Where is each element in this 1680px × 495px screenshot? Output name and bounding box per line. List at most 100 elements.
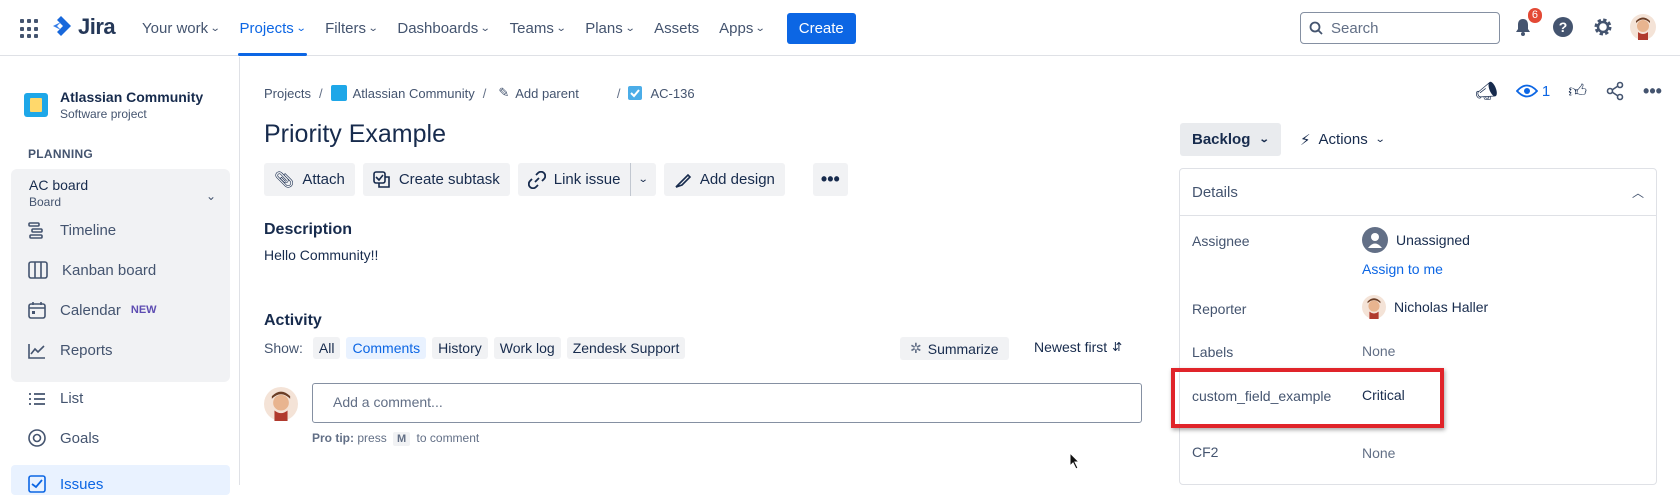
- attach-label: Attach: [302, 171, 345, 188]
- nav-label: Dashboards: [397, 19, 479, 37]
- nav-label: Apps: [719, 19, 754, 37]
- pro-tip-press: press: [357, 431, 387, 445]
- sort-icon: ⇵: [1112, 340, 1123, 354]
- add-design-button[interactable]: Add design: [663, 163, 785, 196]
- sidebar-item-label: Issues: [60, 475, 104, 493]
- nav-teams[interactable]: Teams ⌄: [500, 0, 576, 56]
- assign-to-me-link[interactable]: Assign to me: [1362, 261, 1443, 277]
- chevron-down-icon: ⌄: [209, 22, 221, 34]
- shortcut-key: M: [393, 432, 411, 446]
- labels-label: Labels: [1192, 344, 1234, 360]
- chevron-down-icon: ⌄: [755, 22, 767, 34]
- calendar-icon: [28, 302, 46, 319]
- megaphone-icon[interactable]: 📣︎: [1475, 81, 1498, 102]
- labels-value[interactable]: None: [1362, 343, 1395, 359]
- reporter-value[interactable]: Nicholas Haller: [1362, 295, 1488, 319]
- more-icon[interactable]: •••: [1643, 81, 1662, 102]
- assignee-value[interactable]: Unassigned: [1362, 227, 1470, 253]
- project-header[interactable]: Atlassian Community Software project: [24, 89, 203, 121]
- issue-title[interactable]: Priority Example: [264, 120, 446, 149]
- description-text[interactable]: Hello Community!!: [264, 247, 378, 263]
- app-switcher-icon[interactable]: [20, 19, 40, 39]
- attach-button[interactable]: 📎︎ Attach: [264, 163, 355, 196]
- share-icon[interactable]: [1605, 81, 1625, 101]
- create-button[interactable]: Create: [786, 12, 856, 44]
- pro-tip-suffix: to comment: [416, 431, 480, 445]
- project-icon: [24, 93, 48, 117]
- breadcrumb-issue[interactable]: AC-136: [628, 85, 695, 101]
- comment-input[interactable]: Add a comment...: [312, 383, 1142, 423]
- board-selector[interactable]: AC board Board: [29, 177, 88, 209]
- issue-toolbar: 📎︎ Attach Create subtask Link issue ⌄ Ad…: [264, 163, 848, 196]
- project-type: Software project: [60, 107, 147, 121]
- summarize-button[interactable]: ✲ Summarize: [900, 337, 1009, 360]
- issue-key: AC-136: [650, 85, 695, 101]
- nav-plans[interactable]: Plans ⌄: [575, 0, 644, 56]
- profile-avatar[interactable]: [1630, 14, 1656, 40]
- chevron-down-icon: ⌄: [638, 174, 650, 185]
- sidebar-item-reports[interactable]: Reports: [28, 342, 113, 359]
- sidebar-item-label: Goals: [60, 429, 100, 447]
- settings-button[interactable]: [1590, 14, 1616, 40]
- nav-apps[interactable]: Apps ⌄: [709, 0, 775, 56]
- sidebar-item-calendar[interactable]: Calendar NEW: [28, 301, 157, 319]
- filter-all[interactable]: All: [312, 337, 341, 359]
- help-button[interactable]: ?: [1550, 14, 1576, 40]
- list-icon: [29, 392, 45, 405]
- nav-assets[interactable]: Assets: [644, 0, 709, 56]
- show-label: Show:: [264, 340, 303, 356]
- nav-your-work[interactable]: Your work ⌄: [132, 0, 230, 56]
- sidebar-item-timeline[interactable]: Timeline: [28, 221, 116, 239]
- link-icon: [527, 170, 546, 189]
- chevron-down-icon: ⌄: [295, 22, 307, 34]
- notifications-button[interactable]: 6: [1510, 8, 1542, 40]
- chevron-down-icon: ⌄: [367, 22, 379, 34]
- project-sidebar: Atlassian Community Software project PLA…: [0, 57, 240, 495]
- breadcrumb-project[interactable]: Atlassian Community: [330, 85, 475, 101]
- sidebar-item-kanban[interactable]: Kanban board: [28, 261, 156, 279]
- actions-dropdown[interactable]: ⚡︎ Actions ⌄: [1300, 123, 1386, 156]
- assignee-name: Unassigned: [1396, 232, 1470, 248]
- more-actions-button[interactable]: •••: [812, 163, 848, 196]
- paperclip-icon: 📎︎: [274, 171, 295, 189]
- create-subtask-button[interactable]: Create subtask: [362, 163, 510, 196]
- filter-history[interactable]: History: [432, 337, 488, 359]
- chevron-down-icon: ⌄: [479, 22, 491, 34]
- jira-logo[interactable]: Jira: [50, 14, 116, 40]
- link-issue-group: Link issue ⌄: [517, 163, 656, 196]
- chevron-down-icon[interactable]: ⌄: [206, 189, 216, 203]
- pro-tip: Pro tip: press M to comment: [312, 431, 480, 446]
- nav-filters[interactable]: Filters ⌄: [315, 0, 387, 56]
- nav-dashboards[interactable]: Dashboards ⌄: [387, 0, 499, 56]
- mouse-cursor-icon: [1069, 452, 1081, 470]
- details-header[interactable]: Details ︿: [1180, 169, 1656, 216]
- cf2-value[interactable]: None: [1362, 445, 1395, 461]
- status-dropdown[interactable]: Backlog ⌄: [1180, 123, 1281, 156]
- reporter-label: Reporter: [1192, 301, 1247, 317]
- sidebar-item-label: Kanban board: [62, 261, 157, 279]
- filter-work-log[interactable]: Work log: [493, 337, 561, 359]
- sidebar-item-goals[interactable]: Goals: [28, 429, 99, 447]
- link-issue-dropdown[interactable]: ⌄: [630, 163, 656, 196]
- cf2-label: CF2: [1192, 444, 1219, 460]
- sidebar-item-list[interactable]: List: [28, 390, 83, 407]
- breadcrumb-projects[interactable]: Projects: [264, 86, 311, 101]
- sidebar-item-label: Timeline: [60, 221, 117, 239]
- nav-projects[interactable]: Projects ⌄: [230, 0, 316, 56]
- chevron-down-icon: ⌄: [1374, 134, 1386, 145]
- highlight-box: [1171, 368, 1444, 428]
- issues-icon: [28, 475, 46, 493]
- filter-comments[interactable]: Comments: [346, 337, 427, 359]
- filter-zendesk-support[interactable]: Zendesk Support: [566, 337, 686, 359]
- link-issue-button[interactable]: Link issue: [517, 163, 631, 196]
- add-parent-button[interactable]: ✎ Add parent: [498, 85, 579, 101]
- more-icon: •••: [820, 169, 840, 189]
- sort-button[interactable]: Newest first ⇵: [1034, 339, 1122, 355]
- thumbs-up-icon[interactable]: 👍︎: [1568, 80, 1587, 102]
- sort-label: Newest first: [1034, 339, 1108, 355]
- nav-label: Teams: [509, 19, 554, 37]
- sidebar-item-issues[interactable]: Issues: [11, 465, 230, 495]
- gear-icon: [1594, 18, 1612, 36]
- search-input[interactable]: Search: [1300, 12, 1500, 44]
- watch-button[interactable]: 1: [1515, 83, 1550, 100]
